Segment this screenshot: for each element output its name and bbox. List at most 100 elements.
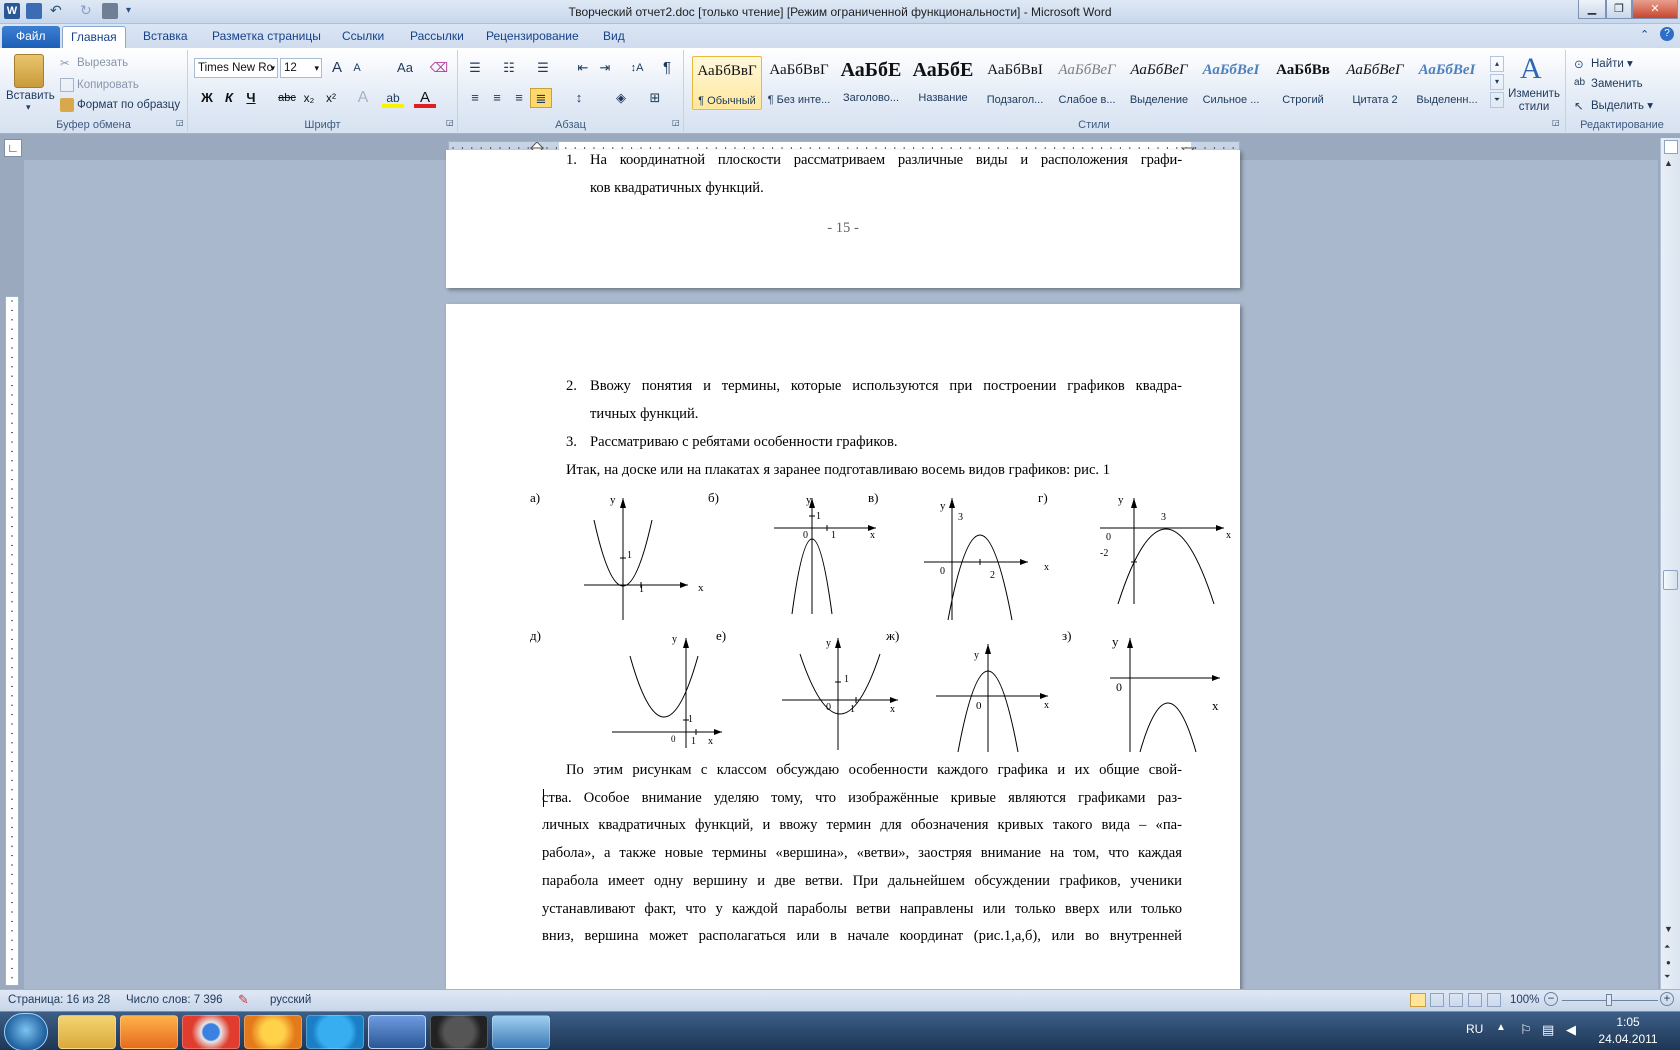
styles-scroll-down-icon[interactable]: ▾: [1490, 74, 1504, 90]
clipboard-launcher-icon[interactable]: ◲: [176, 118, 184, 127]
style-0[interactable]: АаБбВвГ ¶ Обычный: [692, 56, 762, 110]
word-count[interactable]: Число слов: 7 396: [126, 994, 223, 1006]
vertical-ruler[interactable]: [5, 296, 19, 986]
tab-view[interactable]: Вид: [595, 26, 633, 48]
style-10[interactable]: АаБбВеІ Выделенн...: [1412, 56, 1482, 110]
select-button[interactable]: ↖ Выделить ▾: [1574, 98, 1653, 113]
tab-review[interactable]: Рецензирование: [478, 26, 587, 48]
fullscreen-reading-view-icon[interactable]: [1430, 993, 1444, 1007]
zoom-out-icon[interactable]: −: [1544, 992, 1558, 1006]
style-7[interactable]: АаБбВеІ Сильное ...: [1196, 56, 1266, 110]
flag-tray-icon[interactable]: ⚐: [1520, 1022, 1532, 1038]
style-3[interactable]: АаБбЕ Название: [908, 56, 978, 110]
paste-button[interactable]: Вставить: [6, 90, 55, 102]
chrome-taskbar-icon[interactable]: [182, 1015, 240, 1049]
next-page-icon[interactable]: ⏷: [1664, 972, 1670, 982]
styles-more-icon[interactable]: ⏷: [1490, 92, 1504, 108]
styles-scroll-up-icon[interactable]: ▴: [1490, 56, 1504, 72]
font-name-combo[interactable]: Times New Rc ▾: [194, 58, 278, 78]
scroll-thumb[interactable]: [1663, 570, 1678, 590]
bold-button[interactable]: Ж: [196, 88, 218, 108]
show-marks-button[interactable]: ¶: [656, 58, 678, 78]
hp-taskbar-icon[interactable]: [430, 1015, 488, 1049]
align-left-icon[interactable]: ≡: [464, 88, 486, 108]
font-color-icon[interactable]: A: [414, 88, 436, 108]
text-effects-icon[interactable]: A: [352, 88, 374, 108]
bullets-icon[interactable]: ☰: [464, 58, 486, 78]
replace-button[interactable]: ab Заменить: [1574, 77, 1643, 91]
shading-icon[interactable]: ◈: [610, 88, 632, 108]
grow-font-button[interactable]: A: [326, 58, 348, 78]
decrease-indent-icon[interactable]: ⇤: [572, 58, 594, 78]
zoom-in-icon[interactable]: +: [1660, 992, 1674, 1006]
style-9[interactable]: АаБбВеГ Цитата 2: [1340, 56, 1410, 110]
clock-date[interactable]: 24.04.2011: [1590, 1032, 1666, 1046]
style-8[interactable]: АаБбВв Строгий: [1268, 56, 1338, 110]
tab-selector-button[interactable]: ∟: [4, 139, 22, 157]
find-button[interactable]: ⊙ Найти ▾: [1574, 56, 1633, 71]
scroll-down-icon[interactable]: ▼: [1664, 924, 1673, 934]
media-player-taskbar-icon[interactable]: [120, 1015, 178, 1049]
font-size-combo[interactable]: 12 ▾: [280, 58, 322, 78]
style-1[interactable]: АаБбВвГ ¶ Без инте...: [764, 56, 834, 110]
proofing-icon[interactable]: ✎: [238, 992, 249, 1008]
close-button[interactable]: ✕: [1632, 0, 1678, 19]
tab-layout[interactable]: Разметка страницы: [204, 26, 329, 48]
tray-expand-icon[interactable]: ▲: [1496, 1022, 1506, 1033]
clear-format-icon[interactable]: ⌫: [428, 58, 450, 78]
multilevel-list-icon[interactable]: ☰: [532, 58, 554, 78]
line-spacing-icon[interactable]: ↕: [568, 88, 590, 108]
image-viewer-taskbar-icon[interactable]: [492, 1015, 550, 1049]
page-count[interactable]: Страница: 16 из 28: [8, 994, 110, 1006]
format-painter-button[interactable]: Формат по образцу: [60, 98, 180, 112]
increase-indent-icon[interactable]: ⇥: [594, 58, 616, 78]
paste-dropdown-icon[interactable]: ▾: [26, 102, 31, 113]
highlight-icon[interactable]: ab: [382, 88, 404, 108]
align-right-icon[interactable]: ≡: [508, 88, 530, 108]
change-styles-button[interactable]: Изменить стили: [1506, 88, 1562, 114]
tab-references[interactable]: Ссылки: [334, 26, 392, 48]
zoom-slider-thumb[interactable]: [1606, 994, 1612, 1006]
borders-icon[interactable]: ⊞: [644, 88, 666, 108]
ribbon-minimize-icon[interactable]: ⌃: [1640, 28, 1649, 41]
word-taskbar-icon[interactable]: [368, 1015, 426, 1049]
skype-taskbar-icon[interactable]: [306, 1015, 364, 1049]
copy-button[interactable]: Копировать: [60, 78, 139, 92]
web-layout-view-icon[interactable]: [1449, 993, 1463, 1007]
sort-icon[interactable]: ↕A: [626, 58, 648, 78]
language-indicator[interactable]: русский: [270, 994, 311, 1006]
prev-page-icon[interactable]: ⏶: [1664, 942, 1670, 952]
draft-view-icon[interactable]: [1487, 993, 1501, 1007]
mail-agent-taskbar-icon[interactable]: [244, 1015, 302, 1049]
subscript-button[interactable]: x₂: [298, 88, 320, 108]
paragraph-launcher-icon[interactable]: ◲: [672, 118, 680, 127]
vertical-scrollbar[interactable]: ▲ ▼ ⏶ ● ⏷: [1660, 138, 1680, 990]
change-case-button[interactable]: Aa: [392, 58, 418, 78]
superscript-button[interactable]: x²: [320, 88, 342, 108]
italic-button[interactable]: К: [218, 88, 240, 108]
input-language[interactable]: RU: [1466, 1022, 1483, 1036]
outline-view-icon[interactable]: [1468, 993, 1482, 1007]
numbering-icon[interactable]: ☷: [498, 58, 520, 78]
align-center-icon[interactable]: ≡: [486, 88, 508, 108]
tab-mailings[interactable]: Рассылки: [402, 26, 472, 48]
minimize-button[interactable]: ▁: [1578, 0, 1606, 19]
style-6[interactable]: АаБбВеГ Выделение: [1124, 56, 1194, 110]
maximize-button[interactable]: ❐: [1606, 0, 1632, 19]
network-tray-icon[interactable]: ▤: [1542, 1022, 1554, 1038]
zoom-level[interactable]: 100%: [1510, 994, 1539, 1006]
styles-launcher-icon[interactable]: ◲: [1552, 118, 1560, 127]
clock-time[interactable]: 1:05: [1590, 1015, 1666, 1029]
strikethrough-button[interactable]: abc: [276, 88, 298, 108]
paste-icon[interactable]: [14, 54, 44, 88]
volume-tray-icon[interactable]: ◀: [1566, 1022, 1576, 1038]
shrink-font-button[interactable]: A: [346, 58, 368, 78]
style-5[interactable]: АаБбВеГ Слабое в...: [1052, 56, 1122, 110]
browse-object-icon[interactable]: ●: [1666, 958, 1671, 967]
style-4[interactable]: АаБбВвІ Подзагол...: [980, 56, 1050, 110]
tab-file[interactable]: Файл: [2, 26, 60, 48]
change-styles-icon[interactable]: A: [1520, 54, 1542, 84]
print-layout-view-icon[interactable]: [1410, 993, 1426, 1007]
style-2[interactable]: АаБбЕ Заголово...: [836, 56, 906, 110]
scroll-up-icon[interactable]: ▲: [1664, 158, 1673, 168]
